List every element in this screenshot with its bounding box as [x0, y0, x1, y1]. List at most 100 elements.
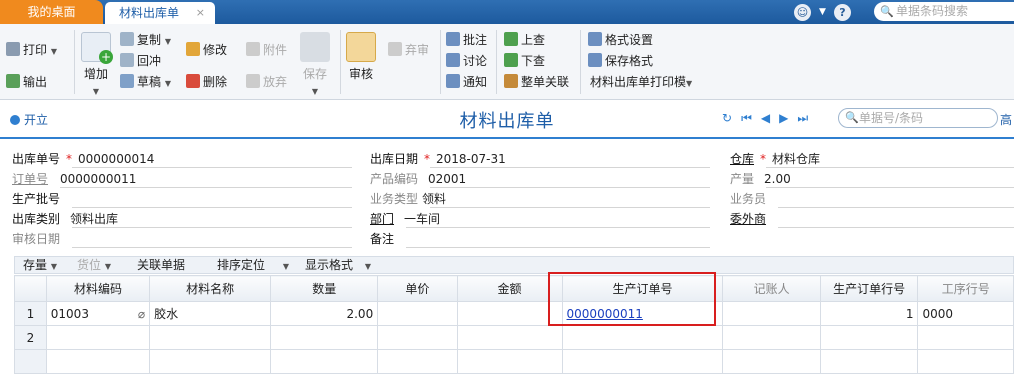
output-field[interactable]: 产量 2.00	[730, 170, 1014, 189]
qty-cell[interactable]	[270, 349, 379, 374]
table-row[interactable]	[14, 349, 1014, 374]
material-code-cell[interactable]	[45, 349, 151, 374]
out-type-field[interactable]: 出库类别 领料出库	[12, 210, 352, 229]
audit-button[interactable]: 审核	[344, 32, 378, 82]
amount-cell[interactable]	[456, 301, 563, 326]
tab-material-out[interactable]: 材料出库单 ×	[105, 2, 215, 24]
sort-locate-button[interactable]: 排序定位 ▼	[217, 257, 289, 275]
out-no-field[interactable]: 出库单号 * 0000000014	[12, 150, 352, 169]
price-cell[interactable]	[377, 301, 458, 326]
divider	[340, 30, 341, 94]
up-query-button[interactable]: 上查	[504, 32, 545, 48]
qty-cell[interactable]	[270, 325, 379, 350]
material-code-cell[interactable]: 01003 ⌀	[45, 301, 151, 326]
out-date-field[interactable]: 出库日期 * 2018-07-31	[370, 150, 710, 169]
related-docs-button[interactable]: 关联单据	[137, 257, 185, 273]
tab-home[interactable]: 我的桌面	[0, 0, 103, 24]
warehouse-field[interactable]: 仓库 * 材料仓库	[730, 150, 1014, 169]
outsource-field[interactable]: 委外商	[730, 210, 1014, 229]
help-icon[interactable]: ?	[833, 3, 851, 21]
order-line-cell[interactable]: 1	[819, 301, 919, 326]
smiley-icon[interactable]: ☺	[794, 3, 811, 21]
material-name-cell[interactable]: 胶水	[149, 301, 272, 326]
delete-button[interactable]: 删除	[186, 74, 227, 90]
location-button[interactable]: 货位 ▼	[77, 257, 111, 275]
highlight-box	[548, 272, 716, 326]
close-icon[interactable]: ×	[196, 2, 205, 24]
first-record-icon[interactable]: ⏮	[741, 111, 752, 126]
bookkeeper-cell[interactable]	[722, 349, 821, 374]
format-settings-button[interactable]: 格式设置	[588, 32, 653, 48]
material-name-cell[interactable]	[149, 349, 272, 374]
last-record-icon[interactable]: ⏭	[797, 111, 808, 126]
unaudit-button[interactable]: 弃审	[388, 42, 429, 58]
save-format-button[interactable]: 保存格式	[588, 53, 653, 69]
down-query-button[interactable]: 下查	[504, 53, 545, 69]
doc-search-input[interactable]: 🔍 单据号/条码	[838, 108, 998, 128]
remark-field[interactable]: 备注	[370, 230, 710, 249]
col-header[interactable]: 生产订单行号	[819, 275, 919, 302]
copy-button[interactable]: 复制 ▼	[120, 32, 171, 50]
amount-cell[interactable]	[456, 349, 563, 374]
divider	[496, 30, 497, 94]
print-button[interactable]: 打印 ▼	[6, 42, 57, 60]
chevron-down-icon[interactable]: ▼	[819, 7, 826, 17]
order-line-cell[interactable]	[819, 349, 919, 374]
related-icon	[504, 74, 518, 88]
col-header[interactable]: 材料编码	[45, 275, 151, 302]
attach-button[interactable]: 附件	[246, 42, 287, 58]
prev-record-icon[interactable]: ◀	[761, 111, 770, 126]
biz-type-field[interactable]: 业务类型 领料	[370, 190, 710, 209]
order-line-cell[interactable]	[819, 325, 919, 350]
table-row[interactable]: 1 01003 ⌀ 胶水 2.00 0000000011 1 0000	[14, 301, 1014, 326]
draft-button[interactable]: 草稿 ▼	[120, 74, 171, 92]
bookkeeper-cell[interactable]	[722, 325, 821, 350]
chevron-down-icon: ▼	[686, 79, 693, 88]
col-header[interactable]: 材料名称	[149, 275, 272, 302]
advanced-link[interactable]: 高	[1000, 111, 1012, 128]
stock-button[interactable]: 存量 ▼	[23, 257, 57, 275]
refresh-icon[interactable]: ↻	[722, 111, 732, 126]
amount-cell[interactable]	[456, 325, 563, 350]
save-format-icon	[588, 53, 602, 67]
add-button[interactable]: + 增加 ▼	[78, 32, 114, 100]
prod-order-cell[interactable]	[561, 349, 724, 374]
barcode-search-input[interactable]: 🔍 单据条码搜索	[874, 2, 1014, 21]
order-no-field[interactable]: 订单号 0000000011	[12, 170, 352, 189]
qty-cell[interactable]: 2.00	[270, 301, 379, 326]
col-header[interactable]: 数量	[270, 275, 379, 302]
display-format-button[interactable]: 显示格式 ▼	[305, 257, 371, 275]
salesman-field[interactable]: 业务员	[730, 190, 1014, 209]
print-template-select[interactable]: 材料出库单打印模▼	[590, 74, 692, 92]
save-button[interactable]: 保存 ▼	[298, 32, 332, 100]
notify-button[interactable]: 通知	[446, 74, 487, 90]
export-button[interactable]: 输出	[6, 74, 47, 90]
abandon-button[interactable]: 放弃	[246, 74, 287, 90]
prod-code-field[interactable]: 产品编码 02001	[370, 170, 710, 189]
process-line-cell[interactable]	[917, 349, 1014, 374]
col-header[interactable]: 金额	[456, 275, 563, 302]
price-cell[interactable]	[377, 349, 458, 374]
process-line-cell[interactable]: 0000	[917, 301, 1014, 326]
annotate-button[interactable]: 批注	[446, 32, 487, 48]
modify-button[interactable]: 修改	[186, 42, 227, 58]
material-name-cell[interactable]	[149, 325, 272, 350]
related-button[interactable]: 整单关联	[504, 74, 569, 90]
col-header[interactable]: 记账人	[722, 275, 821, 302]
grid-toolbar: 存量 ▼ 货位 ▼ 关联单据 排序定位 ▼ 显示格式 ▼	[14, 256, 1014, 274]
bookkeeper-cell[interactable]	[722, 301, 821, 326]
next-record-icon[interactable]: ▶	[779, 111, 788, 126]
col-header[interactable]: 单价	[377, 275, 458, 302]
tab-label: 材料出库单	[119, 6, 180, 20]
prod-order-cell[interactable]	[561, 325, 724, 350]
price-cell[interactable]	[377, 325, 458, 350]
process-line-cell[interactable]	[917, 325, 1014, 350]
prod-batch-field[interactable]: 生产批号	[12, 190, 352, 209]
reverse-button[interactable]: 回冲	[120, 53, 161, 69]
dept-field[interactable]: 部门 一车间	[370, 210, 710, 229]
material-code-cell[interactable]	[45, 325, 151, 350]
col-header[interactable]: 工序行号	[917, 275, 1014, 302]
paperclip-icon[interactable]: ⌀	[138, 307, 145, 321]
table-row[interactable]: 2	[14, 325, 1014, 350]
discuss-button[interactable]: 讨论	[446, 53, 487, 69]
